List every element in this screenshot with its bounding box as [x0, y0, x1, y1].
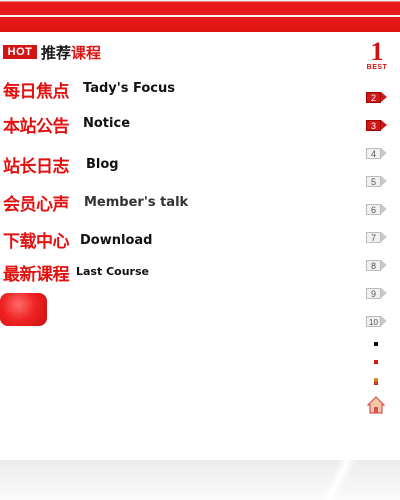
- rank-badge-9[interactable]: 9: [366, 288, 381, 299]
- menu-item-en-label: Blog: [86, 157, 119, 172]
- arrow-icon: [381, 232, 387, 242]
- hot-badge: HOT: [3, 45, 37, 59]
- menu-item-en-label: Last Course: [76, 265, 149, 278]
- menu-item-en-label: Member's talk: [84, 195, 189, 210]
- dot-icon: [374, 378, 378, 385]
- rank-badge-5[interactable]: 5: [366, 176, 381, 187]
- arrow-icon: [381, 148, 387, 158]
- rank-badge-2[interactable]: 2: [366, 92, 381, 103]
- menu-item-en-label: Download: [80, 233, 153, 248]
- rank-badge-8[interactable]: 8: [366, 260, 381, 271]
- menu-item-cn-label: 站长日志: [3, 157, 70, 177]
- dot-icon: [374, 342, 378, 346]
- rank-badge-10[interactable]: 10: [366, 316, 381, 327]
- home-icon[interactable]: [367, 396, 385, 414]
- courses-label: 课程: [71, 44, 102, 62]
- rank-badge-7[interactable]: 7: [366, 232, 381, 243]
- arrow-icon: [381, 92, 387, 102]
- arrow-icon: [381, 204, 387, 214]
- menu-item-cn-label: 下载中心: [3, 232, 70, 252]
- menu-item-cn-label: 本站公告: [3, 117, 70, 137]
- recommended-courses-title[interactable]: 推荐课程: [41, 42, 101, 63]
- menu-item-cn-label: 每日焦点: [3, 82, 70, 102]
- rank-first-icon[interactable]: 1 BEST: [366, 37, 388, 72]
- top-banner: [0, 0, 400, 32]
- arrow-icon: [381, 260, 387, 270]
- rank-badge-3[interactable]: 3: [366, 120, 381, 131]
- rank-first-number: 1: [370, 37, 384, 66]
- rank-badge-6[interactable]: 6: [366, 204, 381, 215]
- footer-strip: [0, 460, 400, 500]
- red-button[interactable]: [0, 293, 47, 326]
- ranking-panel: 1 BEST 2 3 4 5 6 7 8 9 10: [362, 37, 400, 420]
- menu-item-en-label: Notice: [83, 116, 131, 131]
- rank-badge-4[interactable]: 4: [366, 148, 381, 159]
- dot-icon: [374, 360, 378, 364]
- menu-item-cn-label: 最新课程: [3, 265, 70, 285]
- arrow-icon: [381, 288, 387, 298]
- rank-first-label: BEST: [366, 64, 388, 71]
- recommended-label: 推荐: [41, 44, 72, 62]
- menu-item-cn-label: 会员心声: [3, 195, 70, 215]
- arrow-icon: [381, 176, 387, 186]
- arrow-icon: [381, 120, 387, 130]
- arrow-icon: [381, 316, 387, 326]
- menu-item-en-label: Tady's Focus: [83, 81, 175, 96]
